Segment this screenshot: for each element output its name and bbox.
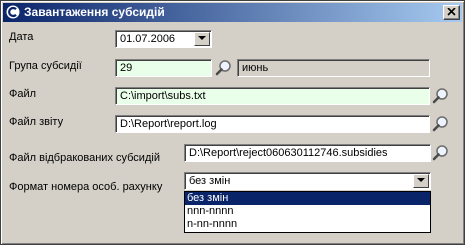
group-label: Група субсидії <box>9 60 82 72</box>
reject-browse-magnifier-icon[interactable] <box>432 144 450 162</box>
date-value: 01.07.2006 <box>120 33 176 45</box>
group-name: июнь <box>242 62 269 74</box>
reject-label: Файл відбракованих субсидій <box>9 152 160 164</box>
date-label: Дата <box>9 31 34 43</box>
file-value: C:\import\subs.txt <box>120 90 206 102</box>
reject-input[interactable]: D:\Report\reject060630112746.subsidies <box>184 144 431 162</box>
report-value: D:\Report\report.log <box>120 118 217 130</box>
report-browse-magnifier-icon[interactable] <box>432 115 450 133</box>
chevron-down-icon <box>198 36 206 40</box>
close-icon <box>447 8 456 16</box>
title-bar[interactable]: Завантаження субсидій <box>3 3 462 22</box>
subsidy-import-window: Завантаження субсидій Дата 01.07.2006 Гр… <box>0 0 465 245</box>
format-option[interactable]: nnn-nnnn <box>185 205 430 218</box>
format-label: Формат номера особ. рахунку <box>9 181 163 193</box>
reject-value: D:\Report\reject060630112746.subsidies <box>189 147 388 159</box>
format-dropdown-button[interactable] <box>413 174 429 188</box>
date-picker[interactable]: 01.07.2006 <box>115 30 212 48</box>
format-value: без змін <box>189 175 231 187</box>
group-value: 29 <box>120 62 133 74</box>
chevron-down-icon <box>417 178 425 182</box>
report-label: Файл звіту <box>9 116 64 128</box>
date-dropdown-button[interactable] <box>194 32 210 46</box>
format-options-list[interactable]: без змін nnn-nnnn n-nn-nnnn <box>184 191 431 233</box>
group-search-magnifier-icon[interactable] <box>215 59 233 77</box>
file-input[interactable]: C:\import\subs.txt <box>115 87 430 105</box>
format-option-selected[interactable]: без змін <box>185 192 430 205</box>
group-input[interactable]: 29 <box>115 59 212 77</box>
format-select[interactable]: без змін <box>184 172 431 190</box>
close-button[interactable] <box>443 5 460 20</box>
app-logo-icon <box>6 5 20 19</box>
format-option[interactable]: n-nn-nnnn <box>185 218 430 231</box>
report-input[interactable]: D:\Report\report.log <box>115 115 430 133</box>
window-title: Завантаження субсидій <box>24 5 165 19</box>
file-label: Файл <box>9 88 37 100</box>
file-browse-magnifier-icon[interactable] <box>432 87 450 105</box>
group-name-field: июнь <box>237 59 430 77</box>
